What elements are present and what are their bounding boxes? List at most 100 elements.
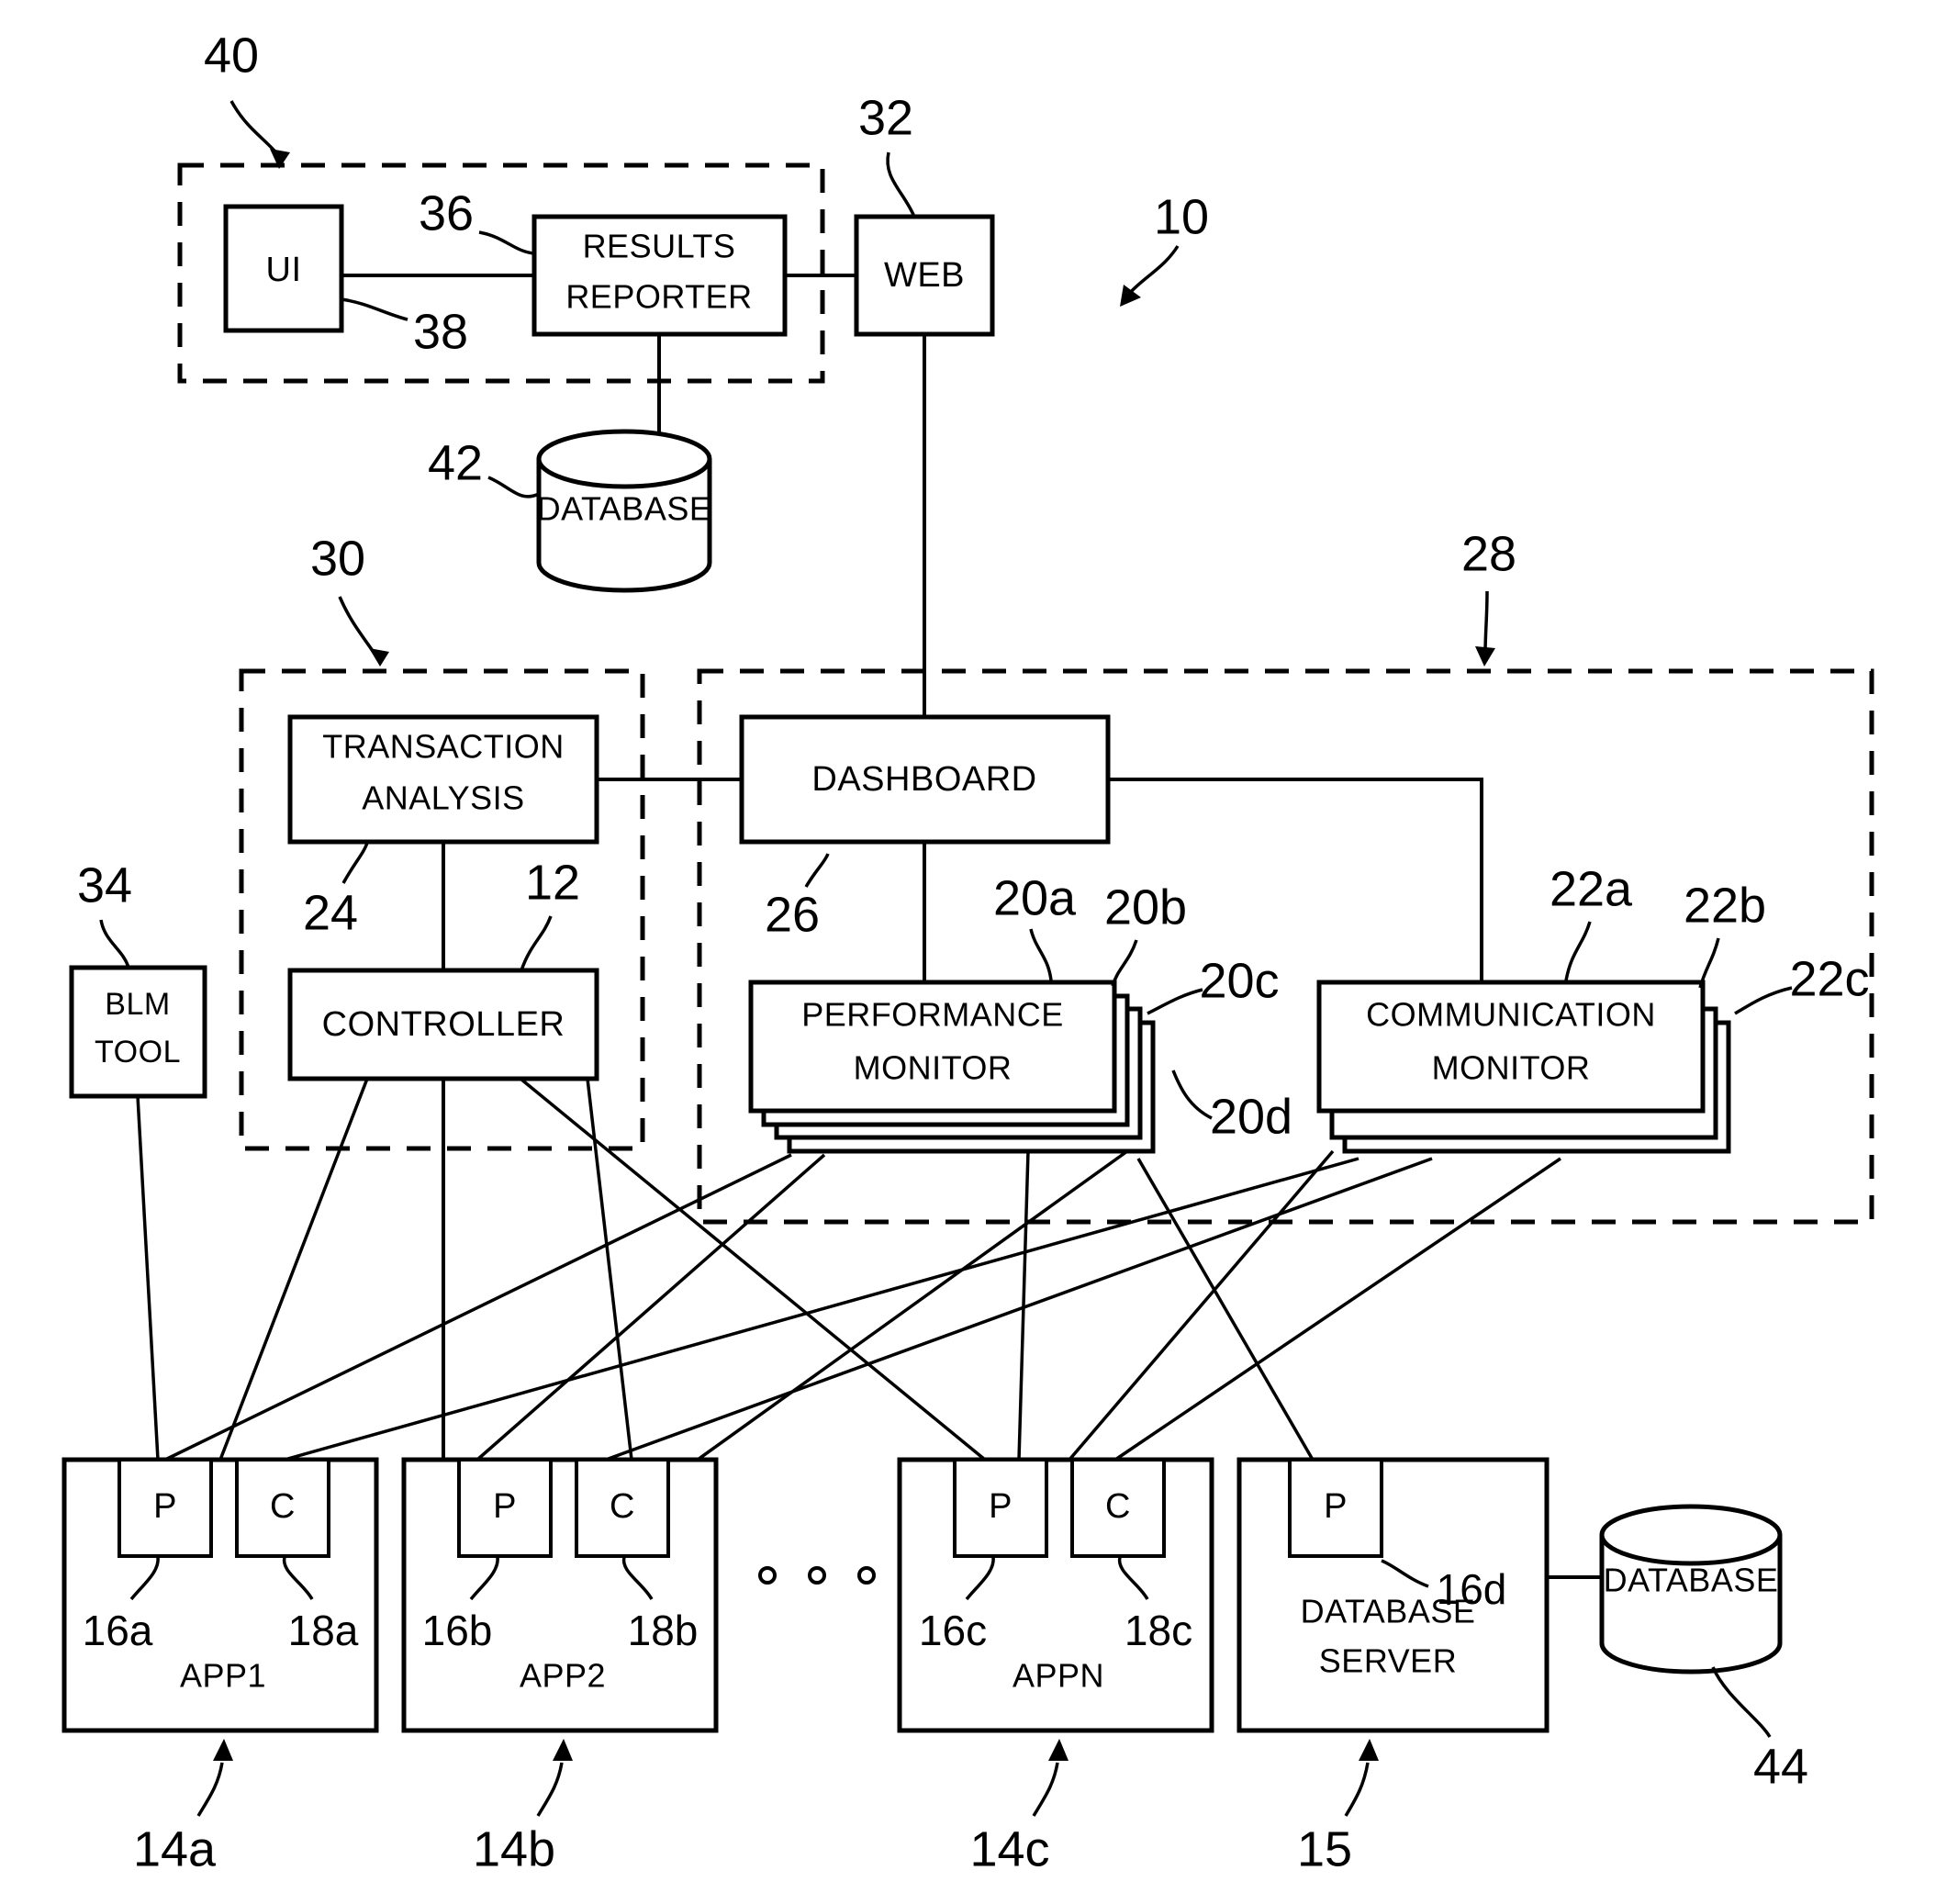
patent-figure-canvas: UI RESULTS REPORTER WEB DATABASE TRANSAC… [0, 0, 1958, 1904]
database-44-top [1599, 1504, 1783, 1566]
connector-controller-app2c [586, 1078, 633, 1461]
connector-blm-app1 [136, 1095, 160, 1461]
controller-label: CONTROLLER [322, 1005, 565, 1044]
connector-controller-app1 [218, 1078, 369, 1461]
ref-20c: 20c [1199, 953, 1279, 1008]
arrowhead-14b [553, 1739, 573, 1761]
ref-20d: 20d [1210, 1089, 1292, 1144]
ref-16c: 16c [919, 1607, 987, 1654]
leader-22a [1564, 921, 1592, 981]
leader-40 [229, 100, 281, 158]
leader-32 [886, 151, 916, 218]
ref-32: 32 [858, 90, 913, 145]
app1-label: APP1 [180, 1657, 266, 1695]
leader-34 [99, 919, 130, 969]
ref-10: 10 [1154, 189, 1209, 244]
ref-26: 26 [765, 887, 820, 942]
leader-20a [1029, 928, 1053, 981]
ref-42: 42 [428, 435, 483, 490]
ref-22a: 22a [1550, 861, 1633, 916]
leader-28 [1483, 590, 1489, 655]
leader-10 [1127, 245, 1180, 296]
block-diagram-svg: UI RESULTS REPORTER WEB DATABASE TRANSAC… [62, 28, 1874, 1876]
ref-40: 40 [204, 28, 259, 83]
leader-36 [478, 230, 535, 255]
ref-28: 28 [1461, 526, 1516, 581]
leader-24 [341, 842, 369, 884]
ref-44: 44 [1753, 1739, 1808, 1794]
leader-30 [338, 596, 376, 655]
performance-monitor-label-line2: MONITOR [854, 1049, 1013, 1087]
app2-label: APP2 [520, 1657, 606, 1695]
ref-14c: 14c [969, 1821, 1049, 1876]
arrowhead-15 [1359, 1739, 1379, 1761]
ref-20b: 20b [1104, 879, 1187, 935]
connector-commmon-appnc [1114, 1157, 1561, 1462]
database-44-label: DATABASE [1604, 1562, 1779, 1599]
ref-16a: 16a [83, 1607, 153, 1654]
leader-20d [1171, 1070, 1213, 1120]
app2-probe-label: P [493, 1487, 517, 1526]
app1-probe-label: P [153, 1487, 177, 1526]
leader-20c [1147, 988, 1203, 1015]
connector-perfmon-app2p [476, 1153, 826, 1462]
ref-24: 24 [303, 885, 358, 940]
ellipsis-dot-2 [808, 1566, 826, 1585]
ref-18b: 18b [628, 1607, 699, 1654]
transaction-analysis-label-line1: TRANSACTION [322, 728, 565, 766]
ref-22c: 22c [1789, 951, 1869, 1006]
arrowhead-10 [1120, 285, 1141, 307]
communication-monitor-label-line1: COMMUNICATION [1366, 996, 1656, 1034]
performance-monitor-label-line1: PERFORMANCE [801, 996, 1064, 1034]
database-42-top [536, 429, 712, 489]
leader-20b [1111, 939, 1138, 987]
transaction-analysis-label-line2: ANALYSIS [362, 779, 524, 817]
ref-30: 30 [310, 531, 365, 586]
ref-16d: 16d [1437, 1565, 1507, 1613]
leader-14a [196, 1762, 224, 1817]
web-box-label: WEB [884, 256, 965, 295]
app2-collector-label: C [610, 1487, 635, 1526]
ref-20a: 20a [993, 870, 1077, 925]
blm-tool-label-line2: TOOL [95, 1035, 181, 1070]
communication-monitor-label-line2: MONITOR [1432, 1049, 1591, 1087]
leader-14b [536, 1762, 564, 1817]
ref-14a: 14a [133, 1821, 217, 1876]
blm-tool-label-line1: BLM [105, 987, 170, 1022]
appn-probe-label: P [989, 1487, 1013, 1526]
database-42-label: DATABASE [537, 490, 712, 528]
arrowhead-28 [1475, 646, 1495, 666]
ref-12: 12 [525, 855, 580, 910]
ellipsis-dot-3 [857, 1566, 876, 1585]
leader-26 [804, 853, 830, 888]
ref-16b: 16b [422, 1607, 493, 1654]
leader-22c [1734, 986, 1793, 1015]
ref-18c: 18c [1124, 1607, 1192, 1654]
connector-perfmon-app1p [164, 1153, 792, 1462]
results-reporter-label-line1: RESULTS [583, 228, 736, 265]
leader-38 [341, 297, 408, 321]
app1-collector-label: C [270, 1487, 296, 1526]
ref-36: 36 [419, 185, 474, 241]
leader-14c [1032, 1762, 1059, 1817]
ref-18a: 18a [288, 1607, 359, 1654]
leader-12 [520, 915, 553, 971]
leader-15 [1344, 1762, 1370, 1817]
connector-commmon-crossline-b [1068, 1149, 1335, 1462]
leader-22b [1698, 937, 1720, 989]
leader-42 [487, 476, 540, 498]
ref-15: 15 [1297, 1821, 1352, 1876]
appn-collector-label: C [1105, 1487, 1131, 1526]
arrowhead-14c [1048, 1739, 1069, 1761]
ref-22b: 22b [1684, 878, 1766, 933]
arrowhead-14a [213, 1739, 233, 1761]
ref-34: 34 [77, 857, 132, 913]
ui-box-label: UI [266, 251, 302, 289]
dashboard-label: DASHBOARD [811, 760, 1036, 799]
results-reporter-label-line2: REPORTER [565, 278, 752, 316]
ref-38: 38 [413, 304, 468, 359]
arrowhead-30 [369, 648, 389, 666]
appn-label: APPN [1013, 1657, 1104, 1695]
connector-perfmon-crossline-a [696, 1149, 1129, 1462]
ref-14b: 14b [473, 1821, 555, 1876]
